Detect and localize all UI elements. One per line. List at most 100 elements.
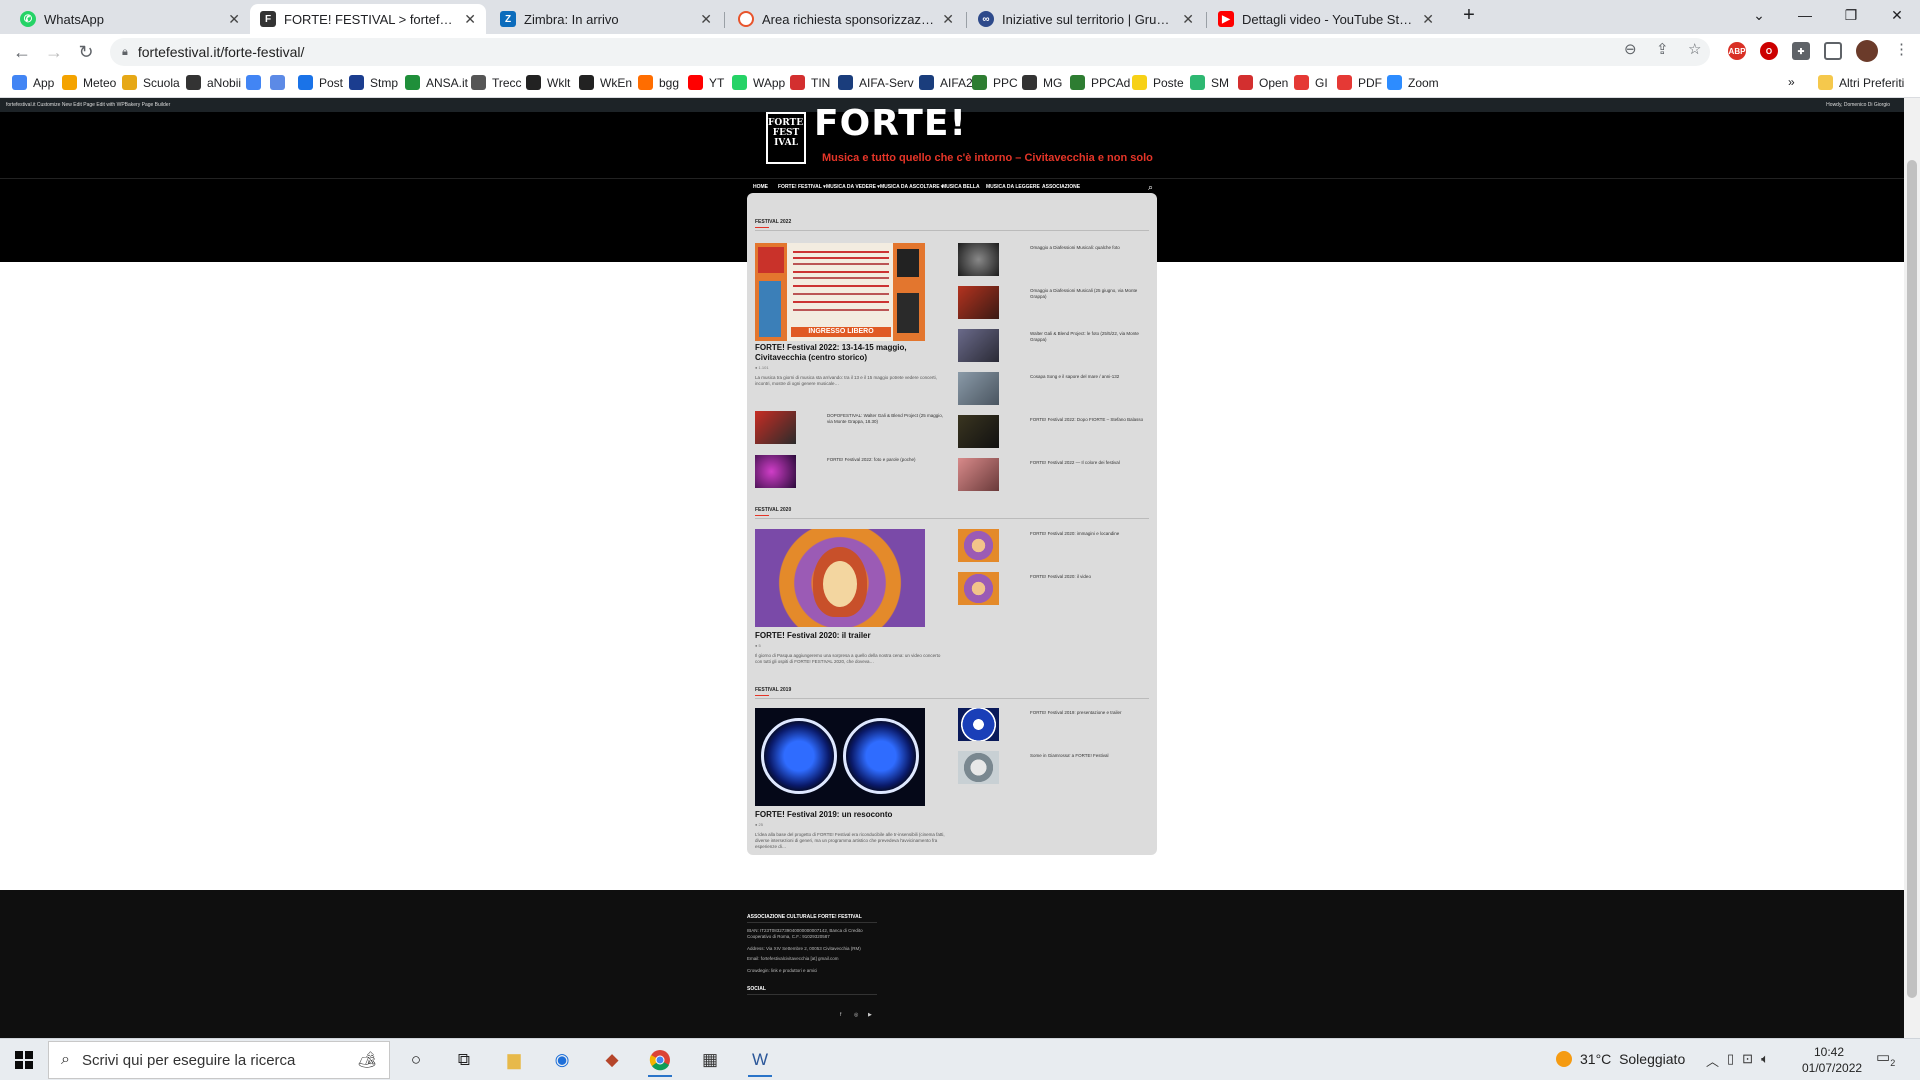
bookmark-item[interactable]: Post <box>298 75 343 90</box>
post-title[interactable]: Walter Gali & Blend Project: le foto (25… <box>1030 331 1150 343</box>
minimize-icon[interactable]: — <box>1782 0 1828 30</box>
post-thumbnail[interactable] <box>958 751 999 784</box>
bookmark-item[interactable]: ANSA.it <box>405 75 468 90</box>
bookmark-item[interactable]: bgg <box>638 75 679 90</box>
chrome-icon[interactable] <box>640 1043 680 1077</box>
bookmark-item[interactable]: WApp <box>732 75 785 90</box>
share-icon[interactable]: ⇪ <box>1656 40 1669 58</box>
app-grid-icon[interactable]: ▦ <box>690 1043 730 1077</box>
system-clock[interactable]: 10:42 01/07/2022 <box>1802 1044 1862 1076</box>
new-tab-button[interactable]: + <box>1446 0 1492 30</box>
facebook-icon[interactable]: f <box>840 1012 841 1018</box>
post-thumbnail[interactable] <box>958 329 999 362</box>
bookmark-item[interactable]: Trecc <box>471 75 522 90</box>
bookmark-item[interactable]: Wklt <box>526 75 570 90</box>
file-explorer-icon[interactable]: ▆ <box>494 1043 534 1077</box>
opera-icon[interactable]: O <box>1760 42 1778 60</box>
post-thumbnail[interactable] <box>958 286 999 319</box>
close-icon[interactable]: ✕ <box>464 11 476 28</box>
footer-crowdegin[interactable]: Crowdegin: link e produttori e amici <box>747 968 877 974</box>
post-thumbnail[interactable] <box>958 458 999 491</box>
bookmark-item[interactable]: PPCAd <box>1070 75 1130 90</box>
tab-fortefestival[interactable]: F FORTE! FESTIVAL > fortefestival.it ✕ <box>250 4 486 34</box>
close-icon[interactable]: ✕ <box>942 11 954 28</box>
featured-title[interactable]: FORTE! Festival 2022: 13-14-15 maggio, C… <box>755 343 935 363</box>
post-title[interactable]: FORTE! Festival 2019: presentazione e tr… <box>1030 710 1150 716</box>
menu-item-musica-da-leggere[interactable]: MUSICA DA LEGGERE <box>986 184 1040 190</box>
tab-zimbra[interactable]: Z Zimbra: In arrivo ✕ <box>490 4 722 34</box>
restore-icon[interactable]: ❐ <box>1828 0 1874 30</box>
menu-item-home[interactable]: HOME <box>753 184 768 190</box>
bookmark-item[interactable]: MG <box>1022 75 1062 90</box>
windows-start-icon[interactable] <box>0 1039 48 1081</box>
taskbar-search-input[interactable]: ⌕ Scrivi qui per eseguire la ricerca 🏕︎ <box>48 1041 390 1079</box>
volume-icon[interactable]: 🔈︎ <box>1761 1051 1769 1070</box>
bookmark-item[interactable]: App <box>12 75 54 90</box>
post-title[interactable]: FORTE! Festival 2022: Dopo FIORTE – Stef… <box>1030 417 1150 423</box>
bookmark-item[interactable]: Meteo <box>62 75 116 90</box>
menu-dots-icon[interactable]: ⋮ <box>1894 40 1909 58</box>
featured-image[interactable]: INGRESSO LIBERO <box>755 243 925 341</box>
close-icon[interactable]: ✕ <box>700 11 712 28</box>
site-logo[interactable]: FORTE! FEST IVAL FORTE! FESTIVAL Musica … <box>766 106 1153 170</box>
featured-image[interactable] <box>755 708 925 806</box>
adblock-icon[interactable]: ABP <box>1728 42 1746 60</box>
post-thumbnail[interactable] <box>958 243 999 276</box>
close-icon[interactable]: ✕ <box>1422 11 1434 28</box>
tab-whatsapp[interactable]: ✆ WhatsApp ✕ <box>10 4 250 34</box>
post-thumbnail[interactable] <box>958 415 999 448</box>
search-icon[interactable]: ⌕ <box>1148 182 1153 193</box>
word-icon[interactable]: W <box>740 1043 780 1077</box>
youtube-icon[interactable]: ▶ <box>868 1012 872 1018</box>
cortana-icon[interactable]: ○ <box>396 1043 436 1077</box>
admin-bar-links[interactable]: fortefestival.it Customize New Edit Page… <box>6 102 170 108</box>
admin-bar-user[interactable]: Howdy, Domenico Di Giorgio <box>1826 102 1890 108</box>
bookmark-item[interactable]: aNobii <box>186 75 241 90</box>
bookmark-item[interactable] <box>246 75 267 90</box>
side-panel-icon[interactable] <box>1824 42 1842 60</box>
bookmark-item[interactable]: YT <box>688 75 724 90</box>
featured-title[interactable]: FORTE! Festival 2020: il trailer <box>755 631 935 641</box>
reload-icon[interactable]: ↻ <box>74 40 98 64</box>
other-bookmarks-folder[interactable]: Altri Preferiti <box>1818 75 1904 90</box>
page-scrollbar[interactable] <box>1904 98 1920 1038</box>
bookmark-item[interactable]: Stmp <box>349 75 398 90</box>
chevron-up-icon[interactable]: ︿ <box>1706 1051 1719 1070</box>
post-title[interactable]: Omaggio a Diafessioni Musicali (25 giugn… <box>1030 288 1150 300</box>
bookmark-item[interactable]: Scuola <box>122 75 180 90</box>
zoom-icon[interactable]: ⊖ <box>1624 40 1637 58</box>
bookmark-item[interactable]: Open <box>1238 75 1288 90</box>
post-title[interactable]: DOPOFESTIVAL: Walter Gali & Blend Projec… <box>827 413 947 425</box>
menu-item-musica-bella[interactable]: MUSICA BELLA <box>942 184 980 190</box>
post-title[interactable]: Omaggio a Diafessioni Musicali: qualche … <box>1030 245 1150 251</box>
scrollbar-thumb[interactable] <box>1907 160 1917 998</box>
bookmark-item[interactable]: AIFA2 <box>919 75 973 90</box>
bookmark-item[interactable]: PDF <box>1337 75 1382 90</box>
bookmark-item[interactable]: Zoom <box>1387 75 1439 90</box>
footer-email[interactable]: Email: fortefestivalcivitavecchia [at] g… <box>747 956 877 962</box>
post-thumbnail[interactable] <box>755 455 796 488</box>
extensions-puzzle-icon[interactable]: ✚ <box>1792 42 1810 60</box>
battery-icon[interactable]: ▯ <box>1727 1051 1734 1070</box>
bookmark-star-icon[interactable]: ☆ <box>1688 40 1701 58</box>
back-arrow-icon[interactable]: ← <box>10 40 34 64</box>
post-thumbnail[interactable] <box>958 572 999 605</box>
edge-icon[interactable]: ◉ <box>542 1043 582 1077</box>
post-thumbnail[interactable] <box>958 529 999 562</box>
tab-sponsorizzazioni[interactable]: Area richiesta sponsorizzazioni | E ✕ <box>728 4 964 34</box>
network-icon[interactable]: ⊡ <box>1742 1051 1753 1070</box>
bookmark-item[interactable]: AIFA-Serv <box>838 75 914 90</box>
tab-youtube-studio[interactable]: ▶ Dettagli video - YouTube Studio ✕ <box>1208 4 1444 34</box>
post-title[interactable]: FORTE! Festival 2020: immagini e locandi… <box>1030 531 1150 537</box>
menu-item-forte-festival[interactable]: FORTE! FESTIVAL ▾ <box>778 184 826 190</box>
instagram-icon[interactable]: ◎ <box>854 1012 858 1018</box>
post-thumbnail[interactable] <box>755 411 796 444</box>
notification-icon[interactable]: ▭2 <box>1876 1048 1895 1068</box>
weather-widget[interactable]: 31°C Soleggiato <box>1556 1051 1685 1067</box>
bookmark-item[interactable]: WkEn <box>579 75 632 90</box>
featured-title[interactable]: FORTE! Festival 2019: un resoconto <box>755 810 935 820</box>
app-icon[interactable]: ◆ <box>592 1043 632 1077</box>
address-bar[interactable]: 🔒︎ fortefestival.it/forte-festival/ <box>110 38 1710 66</box>
bookmark-item[interactable]: TIN <box>790 75 830 90</box>
menu-item-associazione[interactable]: ASSOCIAZIONE <box>1042 184 1080 190</box>
